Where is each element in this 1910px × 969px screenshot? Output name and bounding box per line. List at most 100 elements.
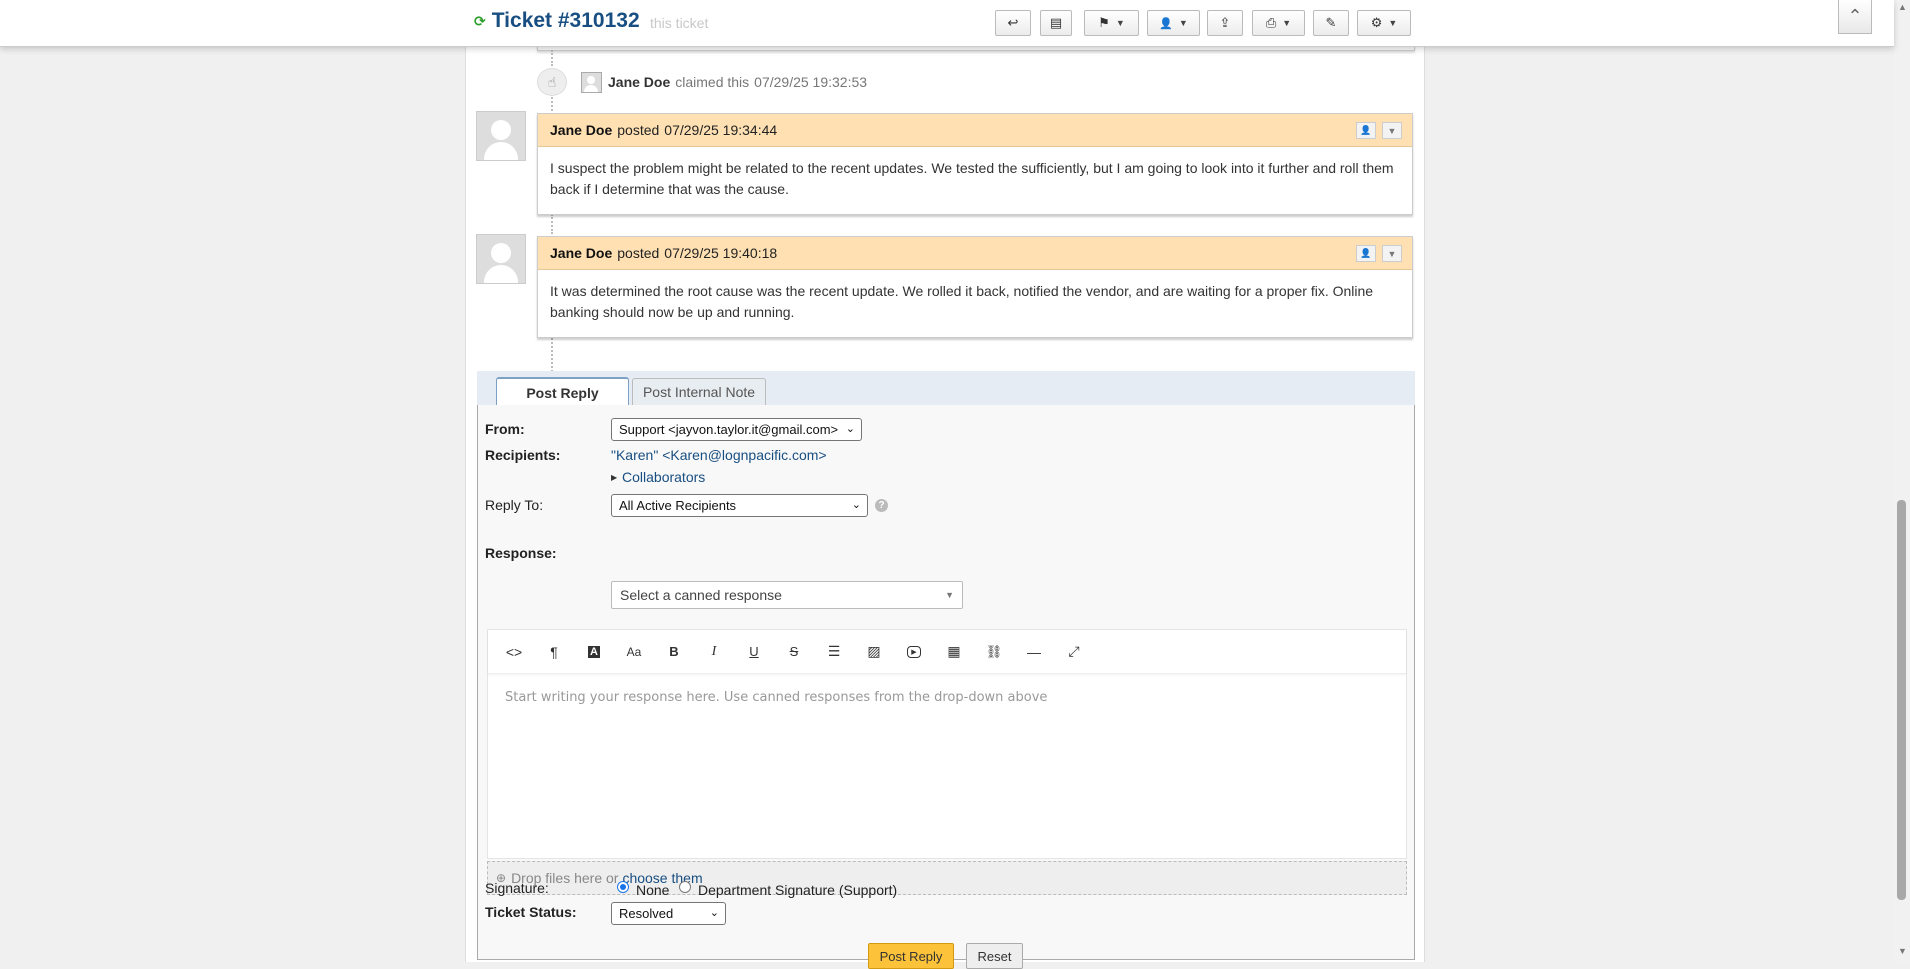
signature-department-radio[interactable] — [679, 881, 691, 893]
code-view-icon[interactable]: <> — [494, 637, 534, 667]
paragraph-icon[interactable]: ¶ — [534, 637, 574, 667]
scroll-to-top-button[interactable]: ⌃ — [1838, 0, 1872, 34]
help-icon[interactable]: ? — [875, 499, 888, 512]
claim-event: ☝ Jane Doe claimed this 07/29/25 19:32:5… — [537, 68, 867, 96]
event-user: Jane Doe — [608, 74, 671, 90]
reply-tab-strip: Post Reply Post Internal Note — [477, 371, 1415, 406]
link-icon[interactable]: ⛓ — [974, 637, 1014, 667]
caret-right-icon[interactable]: ▶ — [611, 473, 617, 482]
flag-icon: ⚑ — [1098, 15, 1110, 30]
video-icon[interactable]: ▶ — [894, 637, 934, 667]
thread-connector — [551, 50, 553, 66]
settings-gear-icon: ⚙ — [1370, 15, 1383, 30]
entry-tools: 👤 ▼ — [1356, 245, 1402, 262]
entry-options-chevron-icon[interactable]: ▼ — [1382, 245, 1402, 262]
recipient-link[interactable]: "Karen" <Karen@lognpacific.com> — [611, 447, 827, 463]
print-icon: ⎙ — [1265, 15, 1277, 30]
scroll-up-arrow[interactable]: ▲ — [1898, 2, 1907, 12]
signature-department-label: Department Signature (Support) — [698, 882, 898, 898]
scroll-down-arrow[interactable]: ▼ — [1898, 946, 1907, 956]
entry-body: I suspect the problem might be related t… — [550, 160, 1394, 197]
reply-to-value: All Active Recipients — [619, 498, 737, 513]
reset-button[interactable]: Reset — [966, 943, 1023, 969]
canned-response-select[interactable]: Select a canned response ▼ — [611, 581, 963, 609]
entry-user-icon[interactable]: 👤 — [1356, 245, 1376, 262]
scrollbar-thumb[interactable] — [1897, 500, 1906, 900]
reply-to-label: Reply To: — [485, 497, 544, 513]
refresh-icon[interactable]: ⟳ — [474, 13, 486, 30]
assign-menu-button[interactable]: 👤 ▼ — [1147, 10, 1200, 36]
entry-timestamp: 07/29/25 19:40:18 — [664, 245, 778, 261]
obscured-text: this ticket — [650, 15, 709, 31]
chevron-up-icon: ⌃ — [1847, 6, 1863, 26]
ticket-number[interactable]: Ticket #310132 — [492, 9, 640, 33]
entry-verb: posted — [617, 245, 660, 261]
chevron-down-icon: ▼ — [1115, 18, 1125, 28]
more-settings-button[interactable]: ⚙ ▼ — [1357, 10, 1411, 36]
from-value: Support <jayvon.taylor.it@gmail.com> — [619, 422, 839, 437]
entry-verb: posted — [617, 122, 660, 138]
thread-connector — [551, 214, 553, 234]
print-menu-button[interactable]: ⎙ ▼ — [1252, 10, 1305, 36]
entry-user-icon[interactable]: 👤 — [1356, 122, 1376, 139]
flag-menu-button[interactable]: ⚑ ▼ — [1084, 10, 1139, 36]
response-label: Response: — [485, 545, 557, 561]
avatar — [476, 234, 526, 284]
recipients-label: Recipients: — [485, 447, 561, 463]
entry-author: Jane Doe — [550, 245, 613, 261]
edit-icon: ✎ — [1325, 15, 1337, 30]
list-icon[interactable]: ☰ — [814, 637, 854, 667]
editor-placeholder: Start writing your response here. Use ca… — [505, 690, 1048, 705]
edit-button[interactable]: ✎ — [1313, 10, 1349, 36]
tab-post-internal-note[interactable]: Post Internal Note — [632, 378, 766, 405]
strikethrough-icon[interactable]: S — [774, 637, 814, 667]
fullscreen-icon[interactable]: ⤢ — [1054, 637, 1094, 667]
ticket-status-value: Resolved — [619, 906, 674, 921]
canned-response-placeholder: Select a canned response — [620, 587, 782, 603]
bold-icon[interactable]: B — [654, 637, 694, 667]
thread-connector — [551, 338, 553, 372]
entry-body: It was determined the root cause was the… — [550, 283, 1374, 320]
italic-icon[interactable]: I — [694, 637, 734, 667]
underline-icon[interactable]: U — [734, 637, 774, 667]
transfer-icon: ⇪ — [1219, 15, 1231, 30]
font-size-icon[interactable]: Aa — [614, 637, 654, 667]
transfer-button[interactable]: ⇪ — [1207, 10, 1243, 36]
avatar — [581, 71, 602, 93]
horizontal-rule-icon[interactable]: — — [1014, 637, 1054, 667]
thumbs-up-icon: ☝ — [537, 68, 567, 96]
signature-label: Signature: — [485, 880, 549, 896]
chevron-down-icon: ⌄ — [845, 423, 855, 435]
edit-ticket-button[interactable]: ▤ — [1040, 10, 1072, 36]
from-label: From: — [485, 421, 525, 437]
reply-form: From: Support <jayvon.taylor.it@gmail.co… — [477, 405, 1415, 969]
reply-to-select[interactable]: All Active Recipients ⌄ — [611, 494, 868, 517]
entry-timestamp: 07/29/25 19:34:44 — [664, 122, 778, 138]
text-color-icon[interactable]: A — [574, 637, 614, 667]
post-reply-submit-button[interactable]: Post Reply — [868, 943, 954, 969]
signature-none-radio[interactable] — [617, 881, 629, 893]
entry-options-chevron-icon[interactable]: ▼ — [1382, 122, 1402, 139]
chevron-down-icon: ▼ — [1282, 18, 1292, 28]
thread-entry: Jane Doe posted 07/29/25 19:40:18 👤 ▼ It… — [537, 236, 1413, 338]
ticket-status-select[interactable]: Resolved ⌄ — [611, 902, 726, 925]
chevron-down-icon: ▼ — [1178, 18, 1188, 28]
signature-none-label: None — [636, 882, 670, 898]
assign-user-icon: 👤 — [1159, 17, 1173, 30]
thread-entry: Jane Doe posted 07/29/25 19:34:44 👤 ▼ I … — [537, 113, 1413, 215]
image-icon[interactable]: ▨ — [854, 637, 894, 667]
chevron-down-icon: ⌄ — [851, 499, 861, 511]
rich-text-editor[interactable]: <> ¶ A Aa B I U S ☰ ▨ ▶ ▦ ⛓ — ⤢ Start wr… — [487, 629, 1407, 859]
ticket-title[interactable]: ⟳ Ticket #310132 — [474, 9, 640, 33]
event-timestamp: 07/29/25 19:32:53 — [754, 74, 868, 90]
post-reply-button[interactable]: ↩ — [995, 10, 1031, 36]
collaborators-toggle[interactable]: Collaborators — [622, 469, 705, 485]
chevron-down-icon: ▼ — [1388, 18, 1398, 28]
reply-icon: ↩ — [1007, 15, 1019, 30]
tab-post-reply[interactable]: Post Reply — [496, 377, 629, 406]
reply-section: Post Reply Post Internal Note From: Supp… — [477, 371, 1415, 969]
event-verb: claimed this — [675, 74, 750, 90]
avatar — [476, 111, 526, 161]
from-select[interactable]: Support <jayvon.taylor.it@gmail.com> ⌄ — [611, 418, 862, 441]
table-icon[interactable]: ▦ — [934, 637, 974, 667]
